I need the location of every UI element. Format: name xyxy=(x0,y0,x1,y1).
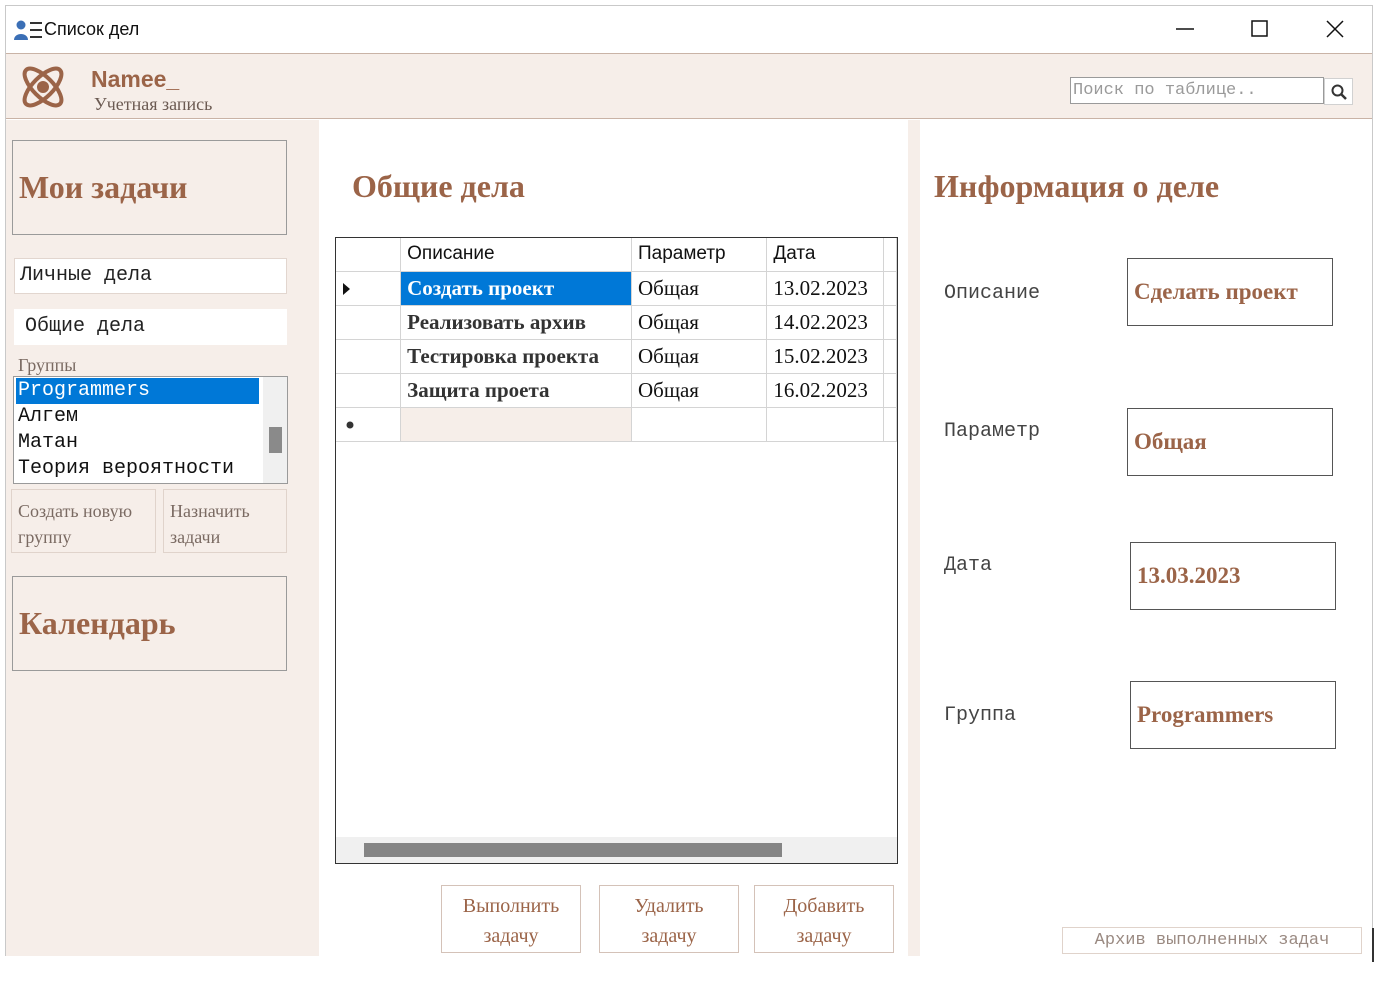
tasks-table[interactable]: Описание Параметр Дата Создать проект Об… xyxy=(335,237,898,864)
personal-tasks-label: Личные дела xyxy=(20,264,153,287)
maximize-icon xyxy=(1251,20,1268,37)
list-item[interactable]: Programmers xyxy=(16,378,259,404)
add-task-label-line1: Добавить xyxy=(783,895,865,917)
table-cell-parameter[interactable]: Общая xyxy=(631,373,768,408)
delete-task-label-line1: Удалить xyxy=(634,895,704,917)
groups-label: Группы xyxy=(18,355,77,375)
atom-logo-icon xyxy=(18,62,68,112)
list-item[interactable]: Алгем xyxy=(16,404,259,430)
table-header-row: Описание Параметр Дата xyxy=(336,238,897,272)
minimize-icon xyxy=(1176,28,1194,30)
archive-button[interactable]: Архив выполненных задач xyxy=(1062,927,1362,954)
table-cell-date[interactable]: 13.02.2023 xyxy=(766,271,884,306)
list-item[interactable]: Матан xyxy=(16,430,259,456)
common-tasks-label: Общие дела xyxy=(25,315,146,338)
table-cell-parameter[interactable]: Общая xyxy=(631,305,768,340)
search-input[interactable] xyxy=(1070,77,1324,104)
table-cell-date[interactable]: 14.02.2023 xyxy=(766,305,884,340)
table-cell-parameter[interactable]: Общая xyxy=(631,339,768,374)
my-tasks-label: Мои задачи xyxy=(19,169,188,205)
close-icon xyxy=(1326,20,1344,38)
scrollbar-thumb[interactable] xyxy=(269,427,282,453)
parameter-label: Параметр xyxy=(944,420,1041,443)
add-task-button[interactable]: Добавить задачу xyxy=(754,885,894,953)
complete-task-label-line1: Выполнить xyxy=(462,895,560,917)
title-bar: Список дел xyxy=(6,6,1372,52)
task-info-panel: Информация о деле Описание Сделать проек… xyxy=(920,120,1372,956)
delete-task-button[interactable]: Удалить задачу xyxy=(599,885,739,953)
close-button[interactable] xyxy=(1312,14,1358,44)
calendar-button[interactable]: Календарь xyxy=(12,576,287,671)
column-header-parameter[interactable]: Параметр xyxy=(631,238,768,272)
window-edge xyxy=(1372,928,1374,962)
app-window: Список дел Namee_ Учетная запись Поиск п… xyxy=(5,5,1373,956)
column-header-date[interactable]: Дата xyxy=(766,238,884,272)
add-task-label-line2: задачу xyxy=(796,925,852,947)
row-header-column xyxy=(336,238,402,272)
row-indicator[interactable] xyxy=(336,339,402,374)
row-indicator[interactable] xyxy=(336,305,402,340)
search-icon xyxy=(1331,84,1347,100)
user-list-icon xyxy=(14,20,44,40)
calendar-label: Календарь xyxy=(19,605,176,641)
new-row-cell-description[interactable] xyxy=(400,407,632,442)
personal-tasks-button[interactable]: Личные дела xyxy=(14,258,287,294)
sidebar: Мои задачи Личные дела Общие дела Группы… xyxy=(6,120,319,956)
parameter-field[interactable]: Общая xyxy=(1127,408,1333,476)
table-row[interactable]: Тестировка проекта Общая 15.02.2023 xyxy=(336,339,897,374)
account-label[interactable]: Учетная запись xyxy=(94,94,212,115)
row-indicator[interactable] xyxy=(336,373,402,408)
table-row[interactable]: Реализовать архив Общая 14.02.2023 xyxy=(336,305,897,340)
new-row-asterisk-icon xyxy=(346,421,354,428)
maximize-button[interactable] xyxy=(1237,14,1283,44)
table-cell-description[interactable]: Тестировка проекта xyxy=(400,339,632,374)
scrollbar-thumb[interactable] xyxy=(364,843,782,857)
new-row-cell-date[interactable] xyxy=(766,407,884,442)
table-cell-parameter[interactable]: Общая xyxy=(631,271,768,306)
delete-task-label-line2: задачу xyxy=(641,925,697,947)
user-name[interactable]: Namee_ xyxy=(91,66,179,93)
complete-task-button[interactable]: Выполнить задачу xyxy=(441,885,581,953)
common-tasks-panel: Общие дела Описание Параметр Дата Создат… xyxy=(319,120,908,956)
create-group-label-line1: Создать новую xyxy=(18,501,133,521)
new-row-indicator[interactable] xyxy=(336,407,402,442)
group-list-scrollbar[interactable] xyxy=(263,377,287,483)
panel-title: Общие дела xyxy=(352,168,525,204)
group-label: Группа xyxy=(944,704,1017,727)
info-title: Информация о деле xyxy=(934,168,1220,204)
table-horizontal-scrollbar[interactable] xyxy=(336,837,897,863)
table-row[interactable]: Защита проета Общая 16.02.2023 xyxy=(336,373,897,408)
minimize-button[interactable] xyxy=(1162,14,1208,44)
description-field[interactable]: Сделать проект xyxy=(1127,258,1333,326)
description-label: Описание xyxy=(944,282,1041,305)
window-title: Список дел xyxy=(44,19,140,39)
panel-divider xyxy=(908,120,920,956)
search-button[interactable] xyxy=(1324,78,1353,105)
common-tasks-button[interactable]: Общие дела xyxy=(14,309,287,345)
assign-tasks-button[interactable]: Назначить задачи xyxy=(163,489,287,553)
table-cell-date[interactable]: 16.02.2023 xyxy=(766,373,884,408)
table-row[interactable]: Создать проект Общая 13.02.2023 xyxy=(336,271,897,306)
list-item[interactable]: Теория вероятности xyxy=(16,456,259,482)
date-label: Дата xyxy=(944,554,993,577)
row-indicator[interactable] xyxy=(336,271,402,306)
group-field[interactable]: Programmers xyxy=(1130,681,1336,749)
app-header: Namee_ Учетная запись xyxy=(6,53,1372,119)
new-row-cell-parameter[interactable] xyxy=(631,407,768,442)
date-field[interactable]: 13.03.2023 xyxy=(1130,542,1336,610)
table-cell-description[interactable]: Защита проета xyxy=(400,373,632,408)
table-cell-description[interactable]: Создать проект xyxy=(400,271,632,306)
assign-tasks-label-line2: задачи xyxy=(170,527,221,547)
complete-task-label-line2: задачу xyxy=(483,925,539,947)
table-cell-description[interactable]: Реализовать архив xyxy=(400,305,632,340)
my-tasks-button[interactable]: Мои задачи xyxy=(12,140,287,235)
table-cell-date[interactable]: 15.02.2023 xyxy=(766,339,884,374)
create-group-button[interactable]: Создать новую группу xyxy=(11,489,156,553)
current-row-arrow-icon xyxy=(343,282,350,295)
new-row[interactable] xyxy=(336,407,897,442)
assign-tasks-label-line1: Назначить xyxy=(170,501,250,521)
create-group-label-line2: группу xyxy=(18,527,72,547)
column-header-description[interactable]: Описание xyxy=(400,238,632,272)
group-list[interactable]: Programmers Алгем Матан Теория вероятнос… xyxy=(13,376,288,484)
